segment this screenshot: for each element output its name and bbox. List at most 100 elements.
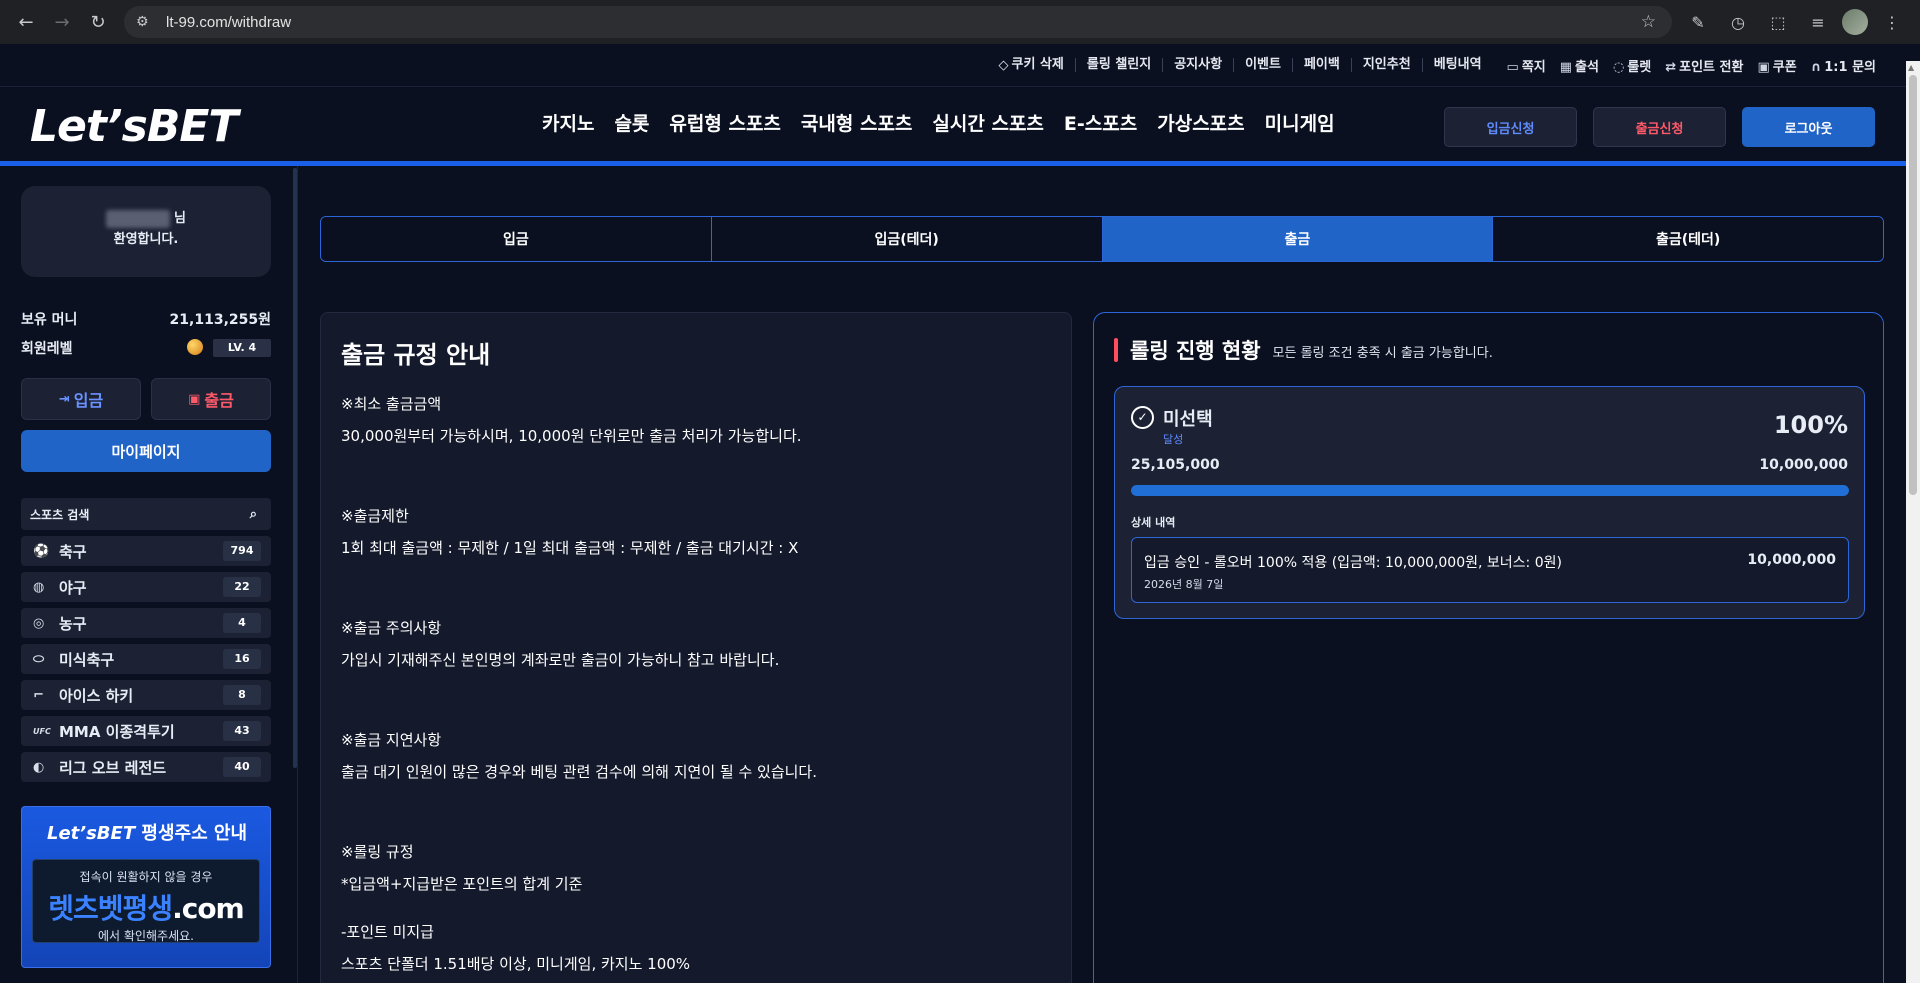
- sport-count: 22: [223, 577, 261, 597]
- sport-item[interactable]: UFC MMA 이종격투기 43: [21, 716, 271, 746]
- sport-item[interactable]: ◎ 농구 4: [21, 608, 271, 638]
- sport-name: 아이스 하키: [59, 686, 134, 705]
- tab-1[interactable]: 입금(테더): [711, 217, 1103, 261]
- sport-item[interactable]: ⬭ 미식축구 16: [21, 644, 271, 674]
- forward-icon[interactable]: →: [46, 6, 78, 38]
- utility-item-label: 포인트 전환: [1679, 59, 1744, 75]
- rolling-progress-fill: [1131, 485, 1849, 496]
- utility-item-2[interactable]: ◌ 룰렛: [1613, 56, 1651, 75]
- calendar-icon: ▦: [1559, 59, 1573, 75]
- sport-item[interactable]: ◍ 야구 22: [21, 572, 271, 602]
- nav-item-0[interactable]: 카지노: [542, 109, 594, 136]
- sport-item[interactable]: ⚽ 축구 794: [21, 536, 271, 566]
- sidebar-withdraw-button[interactable]: ▣ 출금: [151, 378, 271, 420]
- utility-item-0[interactable]: ▭ 쪽지: [1507, 56, 1546, 75]
- page-scrollbar[interactable]: ▲: [1906, 61, 1920, 983]
- back-icon[interactable]: ←: [10, 6, 42, 38]
- menu-icon[interactable]: ⋮: [1876, 6, 1908, 38]
- utility-item-label: 1:1 문의: [1824, 59, 1876, 75]
- rolling-subtitle: 모든 롤링 조건 충족 시 출금 가능합니다.: [1272, 346, 1493, 361]
- utility-link-4[interactable]: 페이백: [1293, 58, 1352, 72]
- nav-item-7[interactable]: 미니게임: [1265, 109, 1335, 136]
- welcome-text: 환영합니다.: [113, 232, 179, 247]
- search-icon[interactable]: ⌕: [250, 507, 257, 522]
- nav-item-2[interactable]: 유럽형 스포츠: [669, 109, 781, 136]
- detail-row: 입금 승인 - 롤오버 100% 적용 (입금액: 10,000,000원, 보…: [1131, 537, 1849, 603]
- nav-item-1[interactable]: 슬롯: [614, 109, 649, 136]
- sidebar-scrollbar[interactable]: [293, 168, 297, 768]
- rule-delay-title: ※출금 지연사항: [341, 731, 442, 749]
- detail-label: 상세 내역: [1131, 516, 1176, 529]
- deposit-request-button[interactable]: 입금신청: [1444, 107, 1577, 147]
- scroll-thumb[interactable]: [1909, 75, 1917, 495]
- scroll-up-icon[interactable]: ▲: [1908, 63, 1914, 72]
- utility-item-5[interactable]: ∩ 1:1 문의: [1811, 56, 1876, 75]
- soccer-icon: ⚽: [33, 543, 50, 559]
- banner-domain: 렛츠벳평생: [48, 892, 173, 925]
- rule-min-text: 30,000원부터 가능하시며, 10,000원 단위로만 출금 처리가 가능합…: [341, 427, 802, 445]
- rule-limit-text: 1회 최대 출금액 : 무제한 / 1일 최대 출금액 : 무제한 / 출금 대…: [341, 539, 799, 557]
- pen-icon[interactable]: ✎: [1682, 6, 1714, 38]
- wallet-icon: ▣: [188, 391, 201, 407]
- profile-avatar[interactable]: [1842, 9, 1868, 35]
- bookmark-star-icon[interactable]: ☆: [1641, 12, 1656, 32]
- sidebar-deposit-button[interactable]: ⇥ 입금: [21, 378, 141, 420]
- rolling-status: 달성: [1163, 433, 1184, 446]
- permanent-address-banner[interactable]: Let’sBET 평생주소 안내 접속이 원활하지 않을 경우 렛츠벳평생.co…: [21, 806, 271, 968]
- ufc-icon: UFC: [33, 726, 51, 736]
- site-logo[interactable]: Let’sBET: [30, 101, 238, 152]
- mypage-button[interactable]: 마이페이지: [21, 430, 271, 472]
- banner-logo: Let’sBET: [46, 823, 136, 844]
- sport-name: 미식축구: [59, 650, 115, 669]
- sport-name: 농구: [59, 614, 87, 633]
- utility-item-label: 룰렛: [1627, 59, 1652, 75]
- rolling-card: ✓ 미선택 달성 100% 25,105,000 10,000,000 상세 내…: [1114, 386, 1865, 619]
- sport-name: 리그 오브 레전드: [59, 758, 167, 777]
- sport-count: 4: [223, 613, 261, 633]
- utility-item-4[interactable]: ▣ 쿠폰: [1757, 56, 1796, 75]
- utility-item-3[interactable]: ⇄ 포인트 전환: [1665, 56, 1743, 75]
- sport-search[interactable]: 스포츠 검색 ⌕: [21, 498, 271, 530]
- tab-3[interactable]: 출금(테더): [1493, 217, 1883, 261]
- nav-item-6[interactable]: 가상스포츠: [1157, 109, 1244, 136]
- detail-text: 입금 승인 - 롤오버 100% 적용 (입금액: 10,000,000원, 보…: [1144, 555, 1562, 571]
- browser-toolbar: ← → ↻ ⚙ lt-99.com/withdraw ☆ ✎ ◷ ⬚ ≡ ⋮: [0, 0, 1920, 44]
- nav-item-4[interactable]: 실시간 스포츠: [932, 109, 1044, 136]
- detail-amount: 10,000,000: [1747, 552, 1836, 568]
- withdraw-request-button[interactable]: 출금신청: [1593, 107, 1726, 147]
- history-icon[interactable]: ◷: [1722, 6, 1754, 38]
- address-bar[interactable]: ⚙ lt-99.com/withdraw ☆: [124, 6, 1672, 38]
- check-circle-icon: ✓: [1131, 406, 1154, 429]
- sport-item[interactable]: ◐ 리그 오브 레전드 40: [21, 752, 271, 782]
- rule-caution-title: ※출금 주의사항: [341, 619, 442, 637]
- rolling-percent: 100%: [1773, 411, 1848, 439]
- tab-0[interactable]: 입금: [321, 217, 712, 261]
- playlist-icon[interactable]: ≡: [1802, 6, 1834, 38]
- nav-item-3[interactable]: 국내형 스포츠: [801, 109, 913, 136]
- utility-item-label: 쪽지: [1521, 59, 1546, 75]
- utility-link-0[interactable]: 쿠키 삭제: [1012, 58, 1076, 72]
- site-info-icon[interactable]: ⚙: [136, 14, 156, 30]
- utility-link-6[interactable]: 베팅내역: [1423, 58, 1493, 72]
- utility-link-3[interactable]: 이벤트: [1234, 58, 1293, 72]
- sidebar-deposit-label: 입금: [73, 391, 104, 410]
- welcome-suffix: 님: [174, 211, 186, 226]
- utility-item-1[interactable]: ▦ 출석: [1560, 56, 1599, 75]
- extensions-icon[interactable]: ⬚: [1762, 6, 1794, 38]
- banner-line3: 에서 확인해주세요.: [98, 929, 194, 943]
- level-badge: LV. 4: [213, 338, 271, 357]
- rule-rolling-title: ※롤링 규정: [341, 843, 414, 861]
- hockey-icon: ⌐: [33, 687, 44, 703]
- rule-limit-title: ※출금제한: [341, 507, 409, 525]
- rolling-item-name: 미선택: [1163, 409, 1213, 430]
- utility-link-2[interactable]: 공지사항: [1163, 58, 1235, 72]
- tab-2[interactable]: 출금: [1102, 217, 1494, 261]
- reload-icon[interactable]: ↻: [82, 6, 114, 38]
- withdraw-rules-panel: 출금 규정 안내 ※최소 출금금액 30,000원부터 가능하시며, 10,00…: [320, 312, 1072, 983]
- sport-item[interactable]: ⌐ 아이스 하키 8: [21, 680, 271, 710]
- sidebar-withdraw-label: 출금: [204, 391, 234, 410]
- nav-item-5[interactable]: E-스포츠: [1064, 109, 1137, 136]
- utility-link-5[interactable]: 지인추천: [1352, 58, 1423, 72]
- utility-link-1[interactable]: 롤링 챌린지: [1076, 58, 1164, 72]
- logout-button[interactable]: 로그아웃: [1742, 107, 1875, 147]
